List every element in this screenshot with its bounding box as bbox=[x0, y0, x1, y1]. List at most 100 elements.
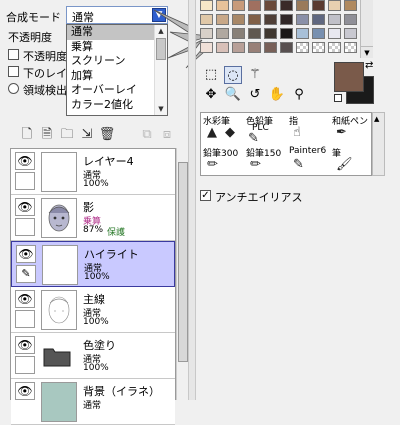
dropdown-option[interactable]: スクリーン bbox=[67, 54, 155, 69]
dropdown-option[interactable]: 乗算 bbox=[67, 40, 155, 55]
palette-swatch[interactable] bbox=[232, 0, 245, 11]
brush-grid-scrollbar[interactable]: ▲ bbox=[372, 112, 385, 176]
brush-cell[interactable]: 色鉛筆 PLC ✎ bbox=[244, 113, 287, 146]
palette-swatch[interactable] bbox=[296, 0, 309, 11]
brush-cell[interactable]: 筆 🖌 bbox=[330, 145, 373, 176]
palette-swatch[interactable] bbox=[280, 14, 293, 25]
palette-swatch[interactable] bbox=[296, 42, 309, 53]
palette-swatch[interactable] bbox=[232, 14, 245, 25]
brush-cell[interactable]: 水彩筆 ▲ ◆ bbox=[201, 113, 244, 144]
palette-swatch[interactable] bbox=[312, 28, 325, 39]
palette-swatch[interactable] bbox=[248, 28, 261, 39]
brush-cell[interactable]: 鉛筆150 ✏ bbox=[244, 145, 287, 176]
brush-cell[interactable]: Painter6 ✎ bbox=[287, 145, 330, 176]
palette-swatch[interactable] bbox=[328, 0, 341, 11]
magic-wand-icon[interactable]: ⚚ bbox=[246, 66, 264, 84]
dropdown-option[interactable]: カラー2値化 bbox=[67, 98, 155, 113]
transfer-icon[interactable]: ⇲ bbox=[78, 126, 96, 144]
palette-swatch[interactable] bbox=[280, 0, 293, 11]
rotate-icon[interactable]: ↺ bbox=[246, 86, 264, 104]
lock-toggle[interactable] bbox=[15, 218, 35, 236]
eye-icon[interactable]: 👁 bbox=[15, 198, 35, 216]
palette-swatch[interactable] bbox=[344, 14, 357, 25]
dropdown-option[interactable]: 加算 bbox=[67, 69, 155, 84]
eye-icon[interactable]: 👁 bbox=[16, 245, 36, 263]
new-page-icon[interactable]: 🗎 bbox=[38, 126, 56, 144]
swap-colors-icon[interactable]: ⇄ bbox=[365, 60, 373, 71]
panel-divider[interactable] bbox=[188, 0, 196, 400]
layer-folder-row[interactable]: 👁 色塗り 通常 100% bbox=[11, 333, 175, 379]
delete-icon[interactable]: 🗑 bbox=[98, 126, 116, 144]
dropdown-option[interactable]: 通常 bbox=[67, 25, 155, 40]
palette-swatch[interactable] bbox=[248, 42, 261, 53]
scroll-up-icon[interactable]: ▲ bbox=[374, 115, 379, 123]
brush-cell[interactable]: 指 ☝ bbox=[287, 113, 330, 144]
palette-swatch[interactable] bbox=[216, 0, 229, 11]
move-icon[interactable]: ✥ bbox=[202, 86, 220, 104]
brush-cell[interactable]: 鉛筆300 ✏ bbox=[201, 145, 244, 176]
palette-swatch[interactable] bbox=[328, 28, 341, 39]
reset-colors-icon[interactable] bbox=[334, 94, 342, 102]
palette-swatch[interactable] bbox=[344, 0, 357, 11]
hand-icon[interactable]: ✋ bbox=[268, 86, 286, 104]
scroll-thumb[interactable] bbox=[178, 162, 188, 362]
palette-swatch[interactable] bbox=[232, 42, 245, 53]
palette-swatch[interactable] bbox=[296, 14, 309, 25]
palette-swatch[interactable] bbox=[312, 42, 325, 53]
clip-below-checkbox[interactable] bbox=[8, 66, 19, 77]
layer-list-scrollbar[interactable] bbox=[176, 148, 188, 400]
dropdown-option[interactable]: オーバーレイ bbox=[67, 83, 155, 98]
palette-swatch[interactable] bbox=[280, 42, 293, 53]
layer-row[interactable]: 👁 レイヤー4 通常 100% bbox=[11, 149, 175, 195]
layer-row-selected[interactable]: 👁 ✎ ハイライト 通常 100% bbox=[11, 241, 175, 287]
palette-swatch[interactable] bbox=[232, 28, 245, 39]
brush-cell[interactable]: 和紙ペン ✒ bbox=[330, 113, 373, 144]
region-detect-radio[interactable] bbox=[8, 83, 19, 94]
layer-row[interactable]: 👁 影 乗算 87% 保護 bbox=[11, 195, 175, 241]
palette-swatch[interactable] bbox=[280, 28, 293, 39]
primary-color-swatch[interactable] bbox=[334, 62, 364, 92]
lock-toggle[interactable] bbox=[15, 310, 35, 328]
palette-swatch[interactable] bbox=[296, 28, 309, 39]
palette-swatch[interactable] bbox=[200, 42, 213, 53]
eyedropper-icon[interactable]: ⚲ bbox=[290, 86, 308, 104]
eye-icon[interactable]: 👁 bbox=[15, 336, 35, 354]
merge-down-icon[interactable]: ⧉ bbox=[138, 126, 156, 144]
eye-icon[interactable]: 👁 bbox=[15, 290, 35, 308]
palette-swatch[interactable] bbox=[312, 0, 325, 11]
eye-icon[interactable]: 👁 bbox=[15, 382, 35, 400]
palette-swatch[interactable] bbox=[312, 14, 325, 25]
lock-toggle[interactable] bbox=[15, 356, 35, 374]
palette-swatch[interactable] bbox=[216, 42, 229, 53]
layer-row[interactable]: 👁 背景（イラネ） 通常 bbox=[11, 379, 175, 425]
palette-swatch[interactable] bbox=[248, 0, 261, 11]
lasso-select-icon[interactable]: ◌ bbox=[224, 66, 242, 84]
palette-swatch[interactable] bbox=[344, 28, 357, 39]
rect-select-icon[interactable]: ⬚ bbox=[202, 66, 220, 84]
palette-swatch[interactable] bbox=[344, 42, 357, 53]
antialias-checkbox[interactable]: ✓ bbox=[200, 190, 211, 201]
palette-swatch[interactable] bbox=[248, 14, 261, 25]
lock-toggle[interactable] bbox=[15, 172, 35, 190]
palette-swatch[interactable] bbox=[200, 0, 213, 11]
protect-opacity-checkbox[interactable] bbox=[8, 49, 19, 60]
palette-swatch[interactable] bbox=[216, 28, 229, 39]
palette-scrollbar[interactable]: ▼ bbox=[360, 0, 373, 58]
zoom-icon[interactable]: 🔍 bbox=[224, 86, 242, 104]
scroll-down-icon[interactable]: ▼ bbox=[361, 46, 373, 58]
palette-swatch[interactable] bbox=[264, 42, 277, 53]
folder-icon[interactable]: 🗀 bbox=[58, 126, 76, 144]
palette-swatch[interactable] bbox=[200, 28, 213, 39]
palette-swatch[interactable] bbox=[216, 14, 229, 25]
palette-swatch[interactable] bbox=[328, 42, 341, 53]
palette-swatch[interactable] bbox=[264, 28, 277, 39]
palette-swatch[interactable] bbox=[200, 14, 213, 25]
palette-swatch[interactable] bbox=[264, 0, 277, 11]
palette-swatch[interactable] bbox=[264, 14, 277, 25]
eye-icon[interactable]: 👁 bbox=[15, 152, 35, 170]
merge-visible-icon[interactable]: ⧈ bbox=[158, 126, 176, 144]
palette-swatch[interactable] bbox=[328, 14, 341, 25]
pen-icon[interactable]: ✎ bbox=[16, 265, 36, 283]
scroll-down-icon[interactable]: ▼ bbox=[155, 103, 167, 115]
new-layer-icon[interactable]: 🗋 bbox=[18, 126, 36, 144]
